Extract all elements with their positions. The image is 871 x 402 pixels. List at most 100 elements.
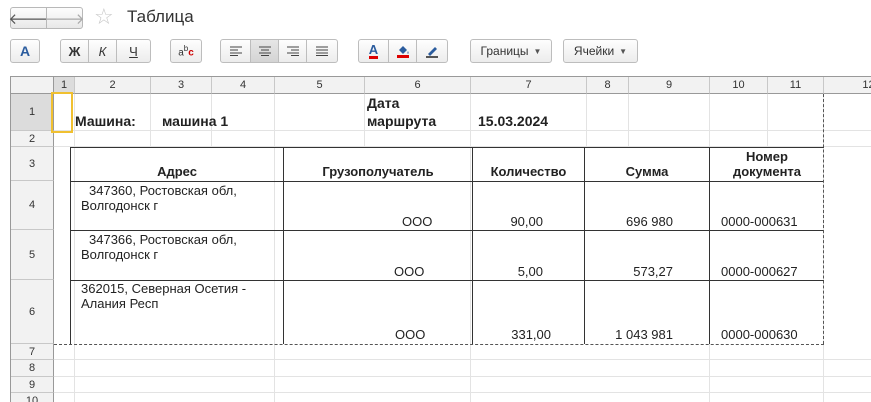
page-title: Таблица <box>127 7 194 26</box>
header-sum: Сумма <box>625 164 669 179</box>
spellcheck-icon: abc <box>178 43 194 59</box>
text-color-button[interactable]: A <box>358 39 389 63</box>
formatting-toolbar: A Ж К Ч abc A Границы ▼ Ячейки ▼ <box>0 38 871 66</box>
column-header-3[interactable]: 3 <box>151 77 212 94</box>
align-left-button[interactable] <box>220 39 251 63</box>
title-bar: 🡐 🡒 ☆ Таблица <box>0 0 871 36</box>
quantity: 90,00 <box>510 214 543 229</box>
row-header-4[interactable]: 4 <box>11 181 54 230</box>
bold-label: Ж <box>68 43 81 59</box>
align-center-icon <box>258 46 271 56</box>
grid-line <box>74 94 75 402</box>
font-icon: A <box>19 43 31 59</box>
column-header-6[interactable]: 6 <box>365 77 471 94</box>
sum: 696 980 <box>626 214 673 229</box>
fill-bucket-icon <box>396 46 409 58</box>
row-header-3[interactable]: 3 <box>11 147 54 181</box>
grid-line <box>54 376 871 377</box>
grid-line <box>628 94 629 147</box>
fill-color-button[interactable] <box>388 39 417 63</box>
align-right-button[interactable] <box>278 39 307 63</box>
header-docnum-line1: Номер <box>746 149 788 164</box>
column-header-7[interactable]: 7 <box>471 77 587 94</box>
column-header-9[interactable]: 9 <box>629 77 710 94</box>
column-header-12[interactable]: 12 <box>824 77 871 94</box>
quantity: 5,00 <box>517 264 543 279</box>
favorite-star-icon[interactable]: ☆ <box>94 4 114 30</box>
grid-line <box>54 392 871 393</box>
column-header-11[interactable]: 11 <box>768 77 824 94</box>
row-header-10[interactable]: 10 <box>11 393 54 402</box>
column-header-4[interactable]: 4 <box>212 77 275 94</box>
column-header-2[interactable]: 2 <box>75 77 151 94</box>
borders-dropdown[interactable]: Границы ▼ <box>470 39 552 63</box>
forward-button[interactable]: 🡒 <box>44 7 85 29</box>
document-number: 0000-000631 <box>721 214 798 229</box>
machine-label: Машина: <box>75 113 136 129</box>
table-border <box>70 230 824 231</box>
align-justify-button[interactable] <box>306 39 338 63</box>
document-number: 0000-000627 <box>721 264 798 279</box>
spellcheck-button[interactable]: abc <box>170 39 202 63</box>
row-header-6[interactable]: 6 <box>11 280 54 344</box>
print-area-boundary <box>823 94 824 344</box>
border-color-button[interactable] <box>416 39 448 63</box>
align-left-icon <box>229 46 242 56</box>
grid-line <box>54 130 871 131</box>
grid-line <box>586 94 587 147</box>
grid-line <box>470 94 471 402</box>
bold-button[interactable]: Ж <box>60 39 89 63</box>
address-line2: Волгодонск г <box>81 198 159 213</box>
grid-line <box>54 359 871 360</box>
text-color-icon: A <box>368 41 379 59</box>
row-header-9[interactable]: 9 <box>11 377 54 393</box>
machine-value: машина 1 <box>162 113 229 129</box>
selected-cell[interactable] <box>51 92 73 133</box>
italic-label: К <box>98 43 107 59</box>
sheet-corner[interactable] <box>11 77 54 94</box>
font-button[interactable]: A <box>10 39 40 63</box>
consignee: ООО <box>402 214 433 229</box>
grid-line <box>274 94 275 402</box>
column-header-8[interactable]: 8 <box>587 77 629 94</box>
grid-line <box>150 94 151 147</box>
arrow-left-icon: 🡐 <box>8 10 49 28</box>
pencil-icon <box>426 47 438 58</box>
row-header-8[interactable]: 8 <box>11 360 54 377</box>
column-header-10[interactable]: 10 <box>710 77 768 94</box>
row-header-2[interactable]: 2 <box>11 131 54 147</box>
align-right-icon <box>286 46 299 56</box>
borders-label: Границы <box>480 44 529 58</box>
address-line2: Алания Респ <box>81 296 159 311</box>
align-center-button[interactable] <box>250 39 279 63</box>
sum: 573,27 <box>633 264 673 279</box>
address-line1: 347360, Ростовская обл, <box>89 183 237 198</box>
underline-button[interactable]: Ч <box>116 39 151 63</box>
row-header-7[interactable]: 7 <box>11 344 54 360</box>
chevron-down-icon: ▼ <box>533 46 542 56</box>
header-quantity: Количество <box>490 164 567 179</box>
date-label-line1: Дата <box>367 95 400 111</box>
quantity: 331,00 <box>511 327 551 342</box>
header-docnum-line2: документа <box>732 164 802 179</box>
align-justify-icon <box>316 46 328 56</box>
row-header-1[interactable]: 1 <box>11 94 54 131</box>
cells-label: Ячейки <box>573 44 615 58</box>
back-button[interactable]: 🡐 <box>8 7 49 29</box>
print-area-boundary <box>54 344 824 345</box>
header-address: Адрес <box>157 164 197 179</box>
sum: 1 043 981 <box>615 327 673 342</box>
date-value: 15.03.2024 <box>478 113 549 129</box>
italic-button[interactable]: К <box>88 39 117 63</box>
date-label-line2: маршрута <box>367 113 437 129</box>
address-line2: Волгодонск г <box>81 247 159 262</box>
table-border <box>70 147 824 148</box>
header-consignee: Грузополучатель <box>322 164 434 179</box>
arrow-right-icon: 🡒 <box>44 10 85 28</box>
cells-dropdown[interactable]: Ячейки ▼ <box>563 39 638 63</box>
row-header-5[interactable]: 5 <box>11 230 54 280</box>
address-line1: 362015, Северная Осетия - <box>81 281 247 296</box>
table-border <box>70 181 824 182</box>
spreadsheet[interactable]: 1 2 3 4 5 6 7 8 9 10 11 12 1 2 3 4 5 6 7… <box>10 76 871 402</box>
column-header-5[interactable]: 5 <box>275 77 365 94</box>
